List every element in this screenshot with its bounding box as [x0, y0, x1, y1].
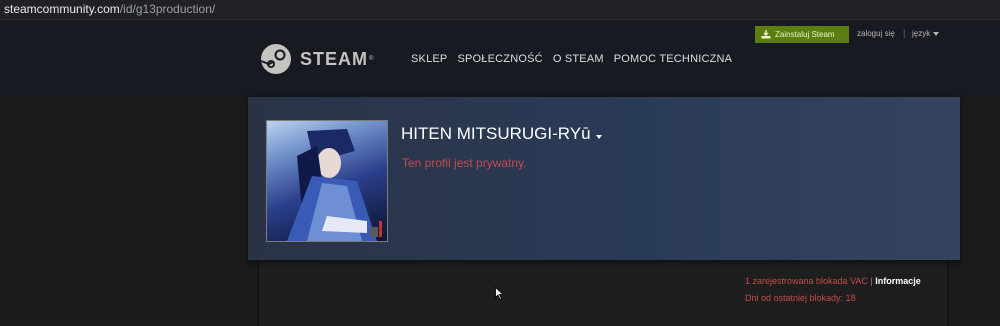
- ban-info-link[interactable]: Informacje: [875, 276, 921, 286]
- persona-name: HITEN MITSURUGI-RYū: [401, 124, 591, 143]
- vac-ban-line: 1 zarejestrowana blokada VAC | Informacj…: [745, 273, 921, 290]
- login-link[interactable]: zaloguj się: [857, 29, 895, 38]
- avatar-artwork: [287, 129, 382, 241]
- nav-support[interactable]: POMOC TECHNICZNA: [614, 53, 733, 65]
- chevron-down-icon: [595, 135, 602, 139]
- address-bar[interactable]: steamcommunity.com/id/g13production/: [0, 0, 1000, 20]
- mouse-cursor-icon: [495, 287, 504, 300]
- nav-store[interactable]: SKLEP: [411, 53, 447, 65]
- ban-status: 1 zarejestrowana blokada VAC | Informacj…: [745, 273, 921, 307]
- main-nav: SKLEP SPOŁECZNOŚĆ O STEAM POMOC TECHNICZ…: [411, 53, 742, 65]
- steam-logo-icon: [260, 44, 291, 74]
- avatar[interactable]: [266, 120, 388, 242]
- nav-community[interactable]: SPOŁECZNOŚĆ: [457, 53, 542, 65]
- url-domain: steamcommunity.com: [4, 2, 120, 16]
- language-dropdown[interactable]: język: [912, 29, 940, 38]
- ban-separator: |: [870, 276, 873, 286]
- download-icon: [761, 30, 771, 39]
- steam-logo[interactable]: STEAM ®: [260, 42, 373, 76]
- days-since-ban: Dni od ostatniej blokady: 18: [745, 293, 856, 303]
- header-separator: |: [903, 28, 906, 38]
- chevron-down-icon: [933, 31, 940, 36]
- nav-about[interactable]: O STEAM: [553, 53, 604, 65]
- profile-header: HITEN MITSURUGI-RYū Ten profil jest pryw…: [248, 97, 960, 260]
- url-path: /id/g13production/: [119, 2, 216, 16]
- steam-logo-text: STEAM: [300, 48, 368, 69]
- language-label: język: [912, 29, 931, 38]
- persona-name-dropdown[interactable]: HITEN MITSURUGI-RYū: [401, 124, 602, 144]
- private-profile-notice: Ten profil jest prywatny.: [402, 156, 527, 170]
- global-header: STEAM ® SKLEP SPOŁECZNOŚĆ O STEAM POMOC T…: [0, 20, 1000, 97]
- avatar-image: [267, 121, 387, 241]
- registered-mark: ®: [369, 56, 374, 62]
- install-steam-label: Zainstaluj Steam: [775, 30, 835, 39]
- vac-ban-text: 1 zarejestrowana blokada VAC: [745, 276, 868, 286]
- install-steam-button[interactable]: Zainstaluj Steam: [755, 26, 849, 43]
